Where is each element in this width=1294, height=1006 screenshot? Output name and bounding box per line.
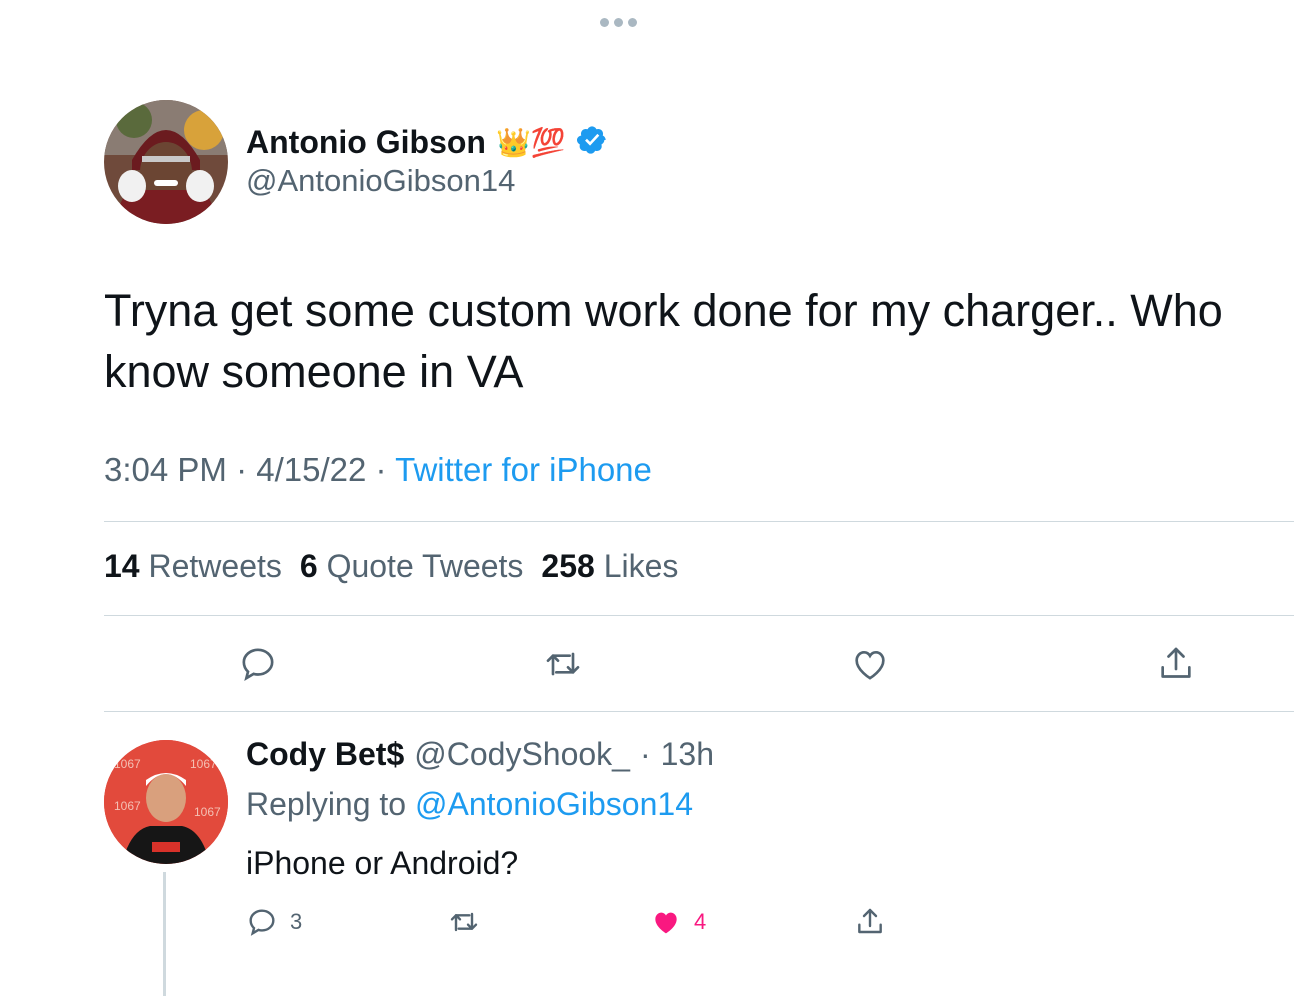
likes-count: 258	[541, 548, 595, 584]
verified-badge-icon	[576, 124, 608, 161]
svg-text:1067: 1067	[190, 757, 217, 771]
retweets-stat[interactable]: 14 Retweets	[104, 548, 282, 585]
tweet-time[interactable]: 3:04 PM	[104, 451, 227, 488]
retweets-label: Retweets	[148, 548, 282, 584]
svg-text:1067: 1067	[194, 805, 221, 819]
reply-author-handle[interactable]: @CodyShook_	[414, 736, 630, 773]
author-emoji: 👑💯	[495, 126, 566, 158]
retweets-count: 14	[104, 548, 140, 584]
reply-count: 3	[290, 909, 303, 934]
separator: ·	[375, 451, 387, 488]
tweet-source-link[interactable]: Twitter for iPhone	[395, 451, 652, 488]
tweet-date[interactable]: 4/15/22	[256, 451, 366, 488]
divider	[104, 615, 1294, 616]
reply-icon	[249, 909, 275, 936]
likes-stat[interactable]: 258 Likes	[541, 548, 678, 585]
likes-label: Likes	[603, 548, 679, 584]
like-count: 4	[694, 909, 707, 934]
reply-reply-button[interactable]: 3	[246, 906, 302, 938]
tweet-text: Tryna get some custom work done for my c…	[104, 285, 1223, 397]
separator: ·	[236, 451, 248, 488]
thread-line	[163, 872, 166, 996]
replying-to-link[interactable]: @AntonioGibson14	[415, 786, 693, 822]
share-icon[interactable]	[1156, 644, 1196, 684]
author-handle[interactable]: @AntonioGibson14	[246, 163, 515, 199]
heart-filled-icon	[655, 912, 677, 934]
avatar[interactable]: 1067 1067 1067 1067	[104, 740, 228, 864]
avatar[interactable]	[104, 100, 228, 224]
retweet-icon[interactable]	[543, 644, 583, 684]
reply-share-button[interactable]	[854, 906, 886, 938]
quotes-stat[interactable]: 6 Quote Tweets	[300, 548, 524, 585]
divider	[104, 711, 1294, 712]
reply-author-name[interactable]: Cody Bet$	[246, 736, 404, 773]
svg-text:1067: 1067	[114, 799, 141, 813]
reply-icon[interactable]	[238, 644, 278, 684]
reply-time[interactable]: 13h	[661, 736, 714, 773]
separator: ·	[639, 736, 651, 772]
quotes-label: Quote Tweets	[326, 548, 524, 584]
svg-text:1067: 1067	[114, 757, 141, 771]
replying-prefix: Replying to	[246, 786, 407, 822]
author-name[interactable]: Antonio Gibson	[246, 124, 486, 161]
retweet-icon	[450, 912, 478, 932]
quotes-count: 6	[299, 548, 318, 584]
more-options-icon[interactable]	[600, 18, 637, 27]
reply-like-button[interactable]: 4	[650, 906, 706, 938]
heart-icon[interactable]	[850, 644, 890, 684]
reply-retweet-button[interactable]	[448, 906, 480, 938]
share-icon	[858, 908, 882, 934]
divider	[104, 521, 1294, 522]
reply-text: iPhone or Android?	[246, 845, 519, 881]
